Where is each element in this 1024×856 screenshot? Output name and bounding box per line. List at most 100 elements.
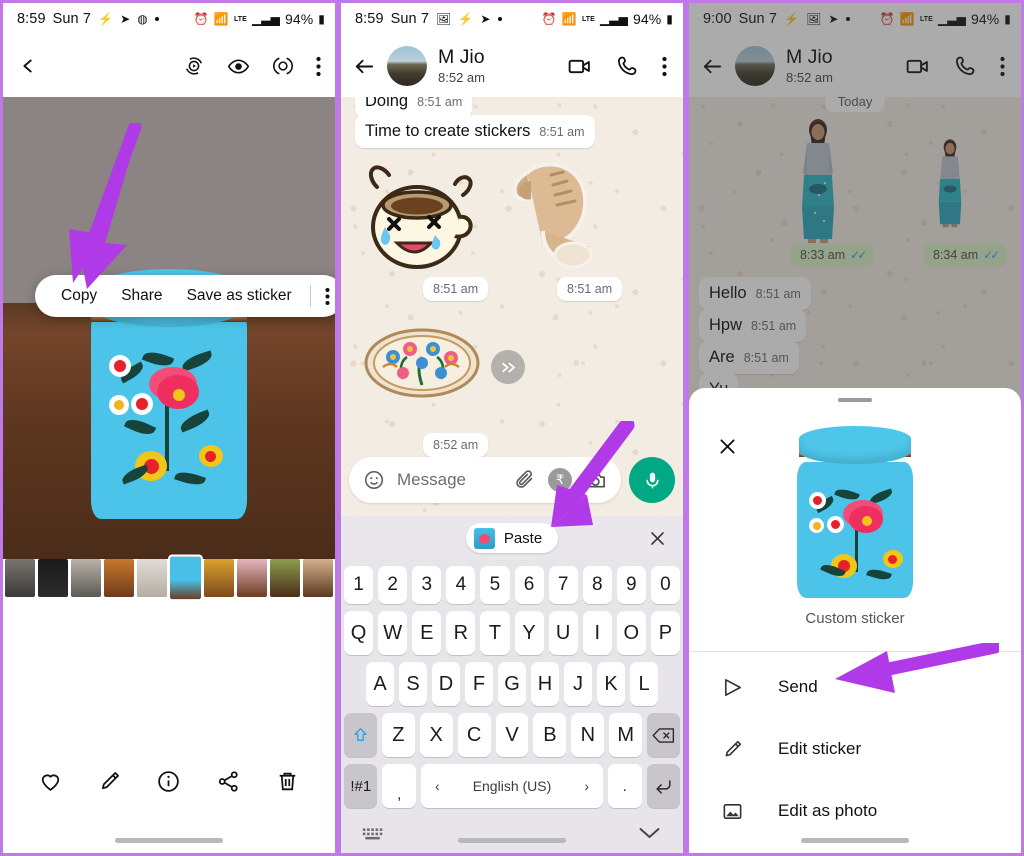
filmstrip-thumb[interactable] [38,559,69,597]
period-key[interactable]: . [608,764,642,808]
key-0[interactable]: 0 [650,566,680,604]
message-bubble[interactable]: Time to create stickers 8:51 am [355,115,595,148]
copy-button[interactable]: Copy [49,287,109,305]
forward-icon[interactable] [491,350,525,384]
paste-button[interactable]: Paste [465,523,559,553]
key-v[interactable]: V [495,713,529,757]
info-icon[interactable] [156,769,181,794]
sheet-drag-handle[interactable] [838,398,872,402]
flash-icon: ⚡ [98,12,114,26]
close-icon[interactable] [717,436,738,457]
filmstrip-thumb[interactable] [302,559,333,597]
voice-call-icon[interactable] [615,54,639,78]
filmstrip-thumb[interactable] [269,559,300,597]
photo-filmstrip[interactable] [3,554,335,602]
key-9[interactable]: 9 [616,566,646,604]
rupee-pay-icon[interactable]: ₹ [548,468,572,492]
message-time: 8:51 am [539,125,585,139]
microphone-icon[interactable] [629,457,675,503]
close-icon[interactable] [648,529,667,548]
key-a[interactable]: A [366,662,394,706]
back-arrow-icon[interactable] [17,55,39,77]
filmstrip-thumb[interactable] [137,559,168,597]
filmstrip-thumb[interactable] [71,559,102,597]
video-call-icon[interactable] [567,54,592,79]
filmstrip-thumb[interactable] [5,559,36,597]
send-option[interactable]: Send [689,656,1021,718]
more-vert-icon[interactable] [662,56,667,77]
key-n[interactable]: N [571,713,605,757]
more-vert-icon[interactable] [317,287,335,306]
key-g[interactable]: G [498,662,526,706]
photo-preview[interactable] [3,97,335,565]
favorite-icon[interactable] [38,769,63,794]
more-vert-icon[interactable] [316,56,321,77]
key-f[interactable]: F [465,662,493,706]
backspace-icon[interactable] [647,713,681,757]
sticker-floral-embroidery-plate[interactable] [363,327,481,399]
filmstrip-thumb[interactable] [203,559,234,597]
key-k[interactable]: K [597,662,625,706]
delete-icon[interactable] [275,769,300,794]
key-8[interactable]: 8 [582,566,612,604]
signal-icon: ▁▃▅ [251,12,280,26]
chevron-down-icon[interactable] [637,825,662,841]
share-icon[interactable] [216,769,241,794]
key-6[interactable]: 6 [514,566,544,604]
key-o[interactable]: O [616,611,646,655]
share-button[interactable]: Share [109,287,174,305]
sticker-cat-stretching[interactable] [497,145,617,277]
key-4[interactable]: 4 [446,566,476,604]
key-y[interactable]: Y [514,611,544,655]
key-m[interactable]: M [609,713,643,757]
key-j[interactable]: J [564,662,592,706]
key-7[interactable]: 7 [548,566,578,604]
key-5[interactable]: 5 [480,566,510,604]
emoji-icon[interactable] [363,469,385,491]
attach-icon[interactable] [514,469,536,491]
key-h[interactable]: H [531,662,559,706]
edit-as-photo-option[interactable]: Edit as photo [689,780,1021,842]
status-bar-panel1: 8:59 Sun 7 ⚡ ➤ ◍ ⏰ 📶 LTE ▁▃▅ 94% ▮ [3,3,335,35]
key-3[interactable]: 3 [412,566,442,604]
key-q[interactable]: Q [344,611,374,655]
filmstrip-thumb-selected[interactable] [168,554,203,602]
key-t[interactable]: T [480,611,510,655]
key-1[interactable]: 1 [344,566,374,604]
enter-icon[interactable] [646,764,680,808]
filmstrip-thumb[interactable] [104,559,135,597]
edit-sticker-option[interactable]: Edit sticker [689,718,1021,780]
keyboard-icon[interactable] [362,826,384,841]
avatar[interactable] [387,46,427,86]
key-r[interactable]: R [446,611,476,655]
shift-icon[interactable] [344,713,377,757]
key-c[interactable]: C [457,713,491,757]
chevron-right-icon[interactable]: › [584,778,589,794]
key-e[interactable]: E [412,611,442,655]
comma-key[interactable]: , [382,764,416,808]
filmstrip-thumb[interactable] [236,559,267,597]
key-2[interactable]: 2 [378,566,408,604]
camera-icon[interactable] [584,469,607,492]
key-z[interactable]: Z [381,713,415,757]
message-input[interactable]: Message ₹ [349,457,621,503]
key-w[interactable]: W [378,611,408,655]
key-i[interactable]: I [582,611,612,655]
save-as-sticker-button[interactable]: Save as sticker [175,287,304,305]
symbols-key[interactable]: !#1 [344,764,378,808]
motion-photo-icon[interactable] [183,55,205,77]
key-x[interactable]: X [419,713,453,757]
key-s[interactable]: S [399,662,427,706]
key-l[interactable]: L [630,662,658,706]
key-b[interactable]: B [533,713,567,757]
lens-icon[interactable] [272,55,294,77]
key-p[interactable]: P [650,611,680,655]
sticker-crying-laughing-coffee-cup[interactable] [355,159,485,274]
key-d[interactable]: D [432,662,460,706]
space-key[interactable]: ‹ English (US) › [420,764,604,808]
chevron-left-icon[interactable]: ‹ [435,778,440,794]
back-arrow-icon[interactable] [353,55,376,78]
key-u[interactable]: U [548,611,578,655]
edit-icon[interactable] [97,769,122,794]
eye-icon[interactable] [227,55,250,78]
